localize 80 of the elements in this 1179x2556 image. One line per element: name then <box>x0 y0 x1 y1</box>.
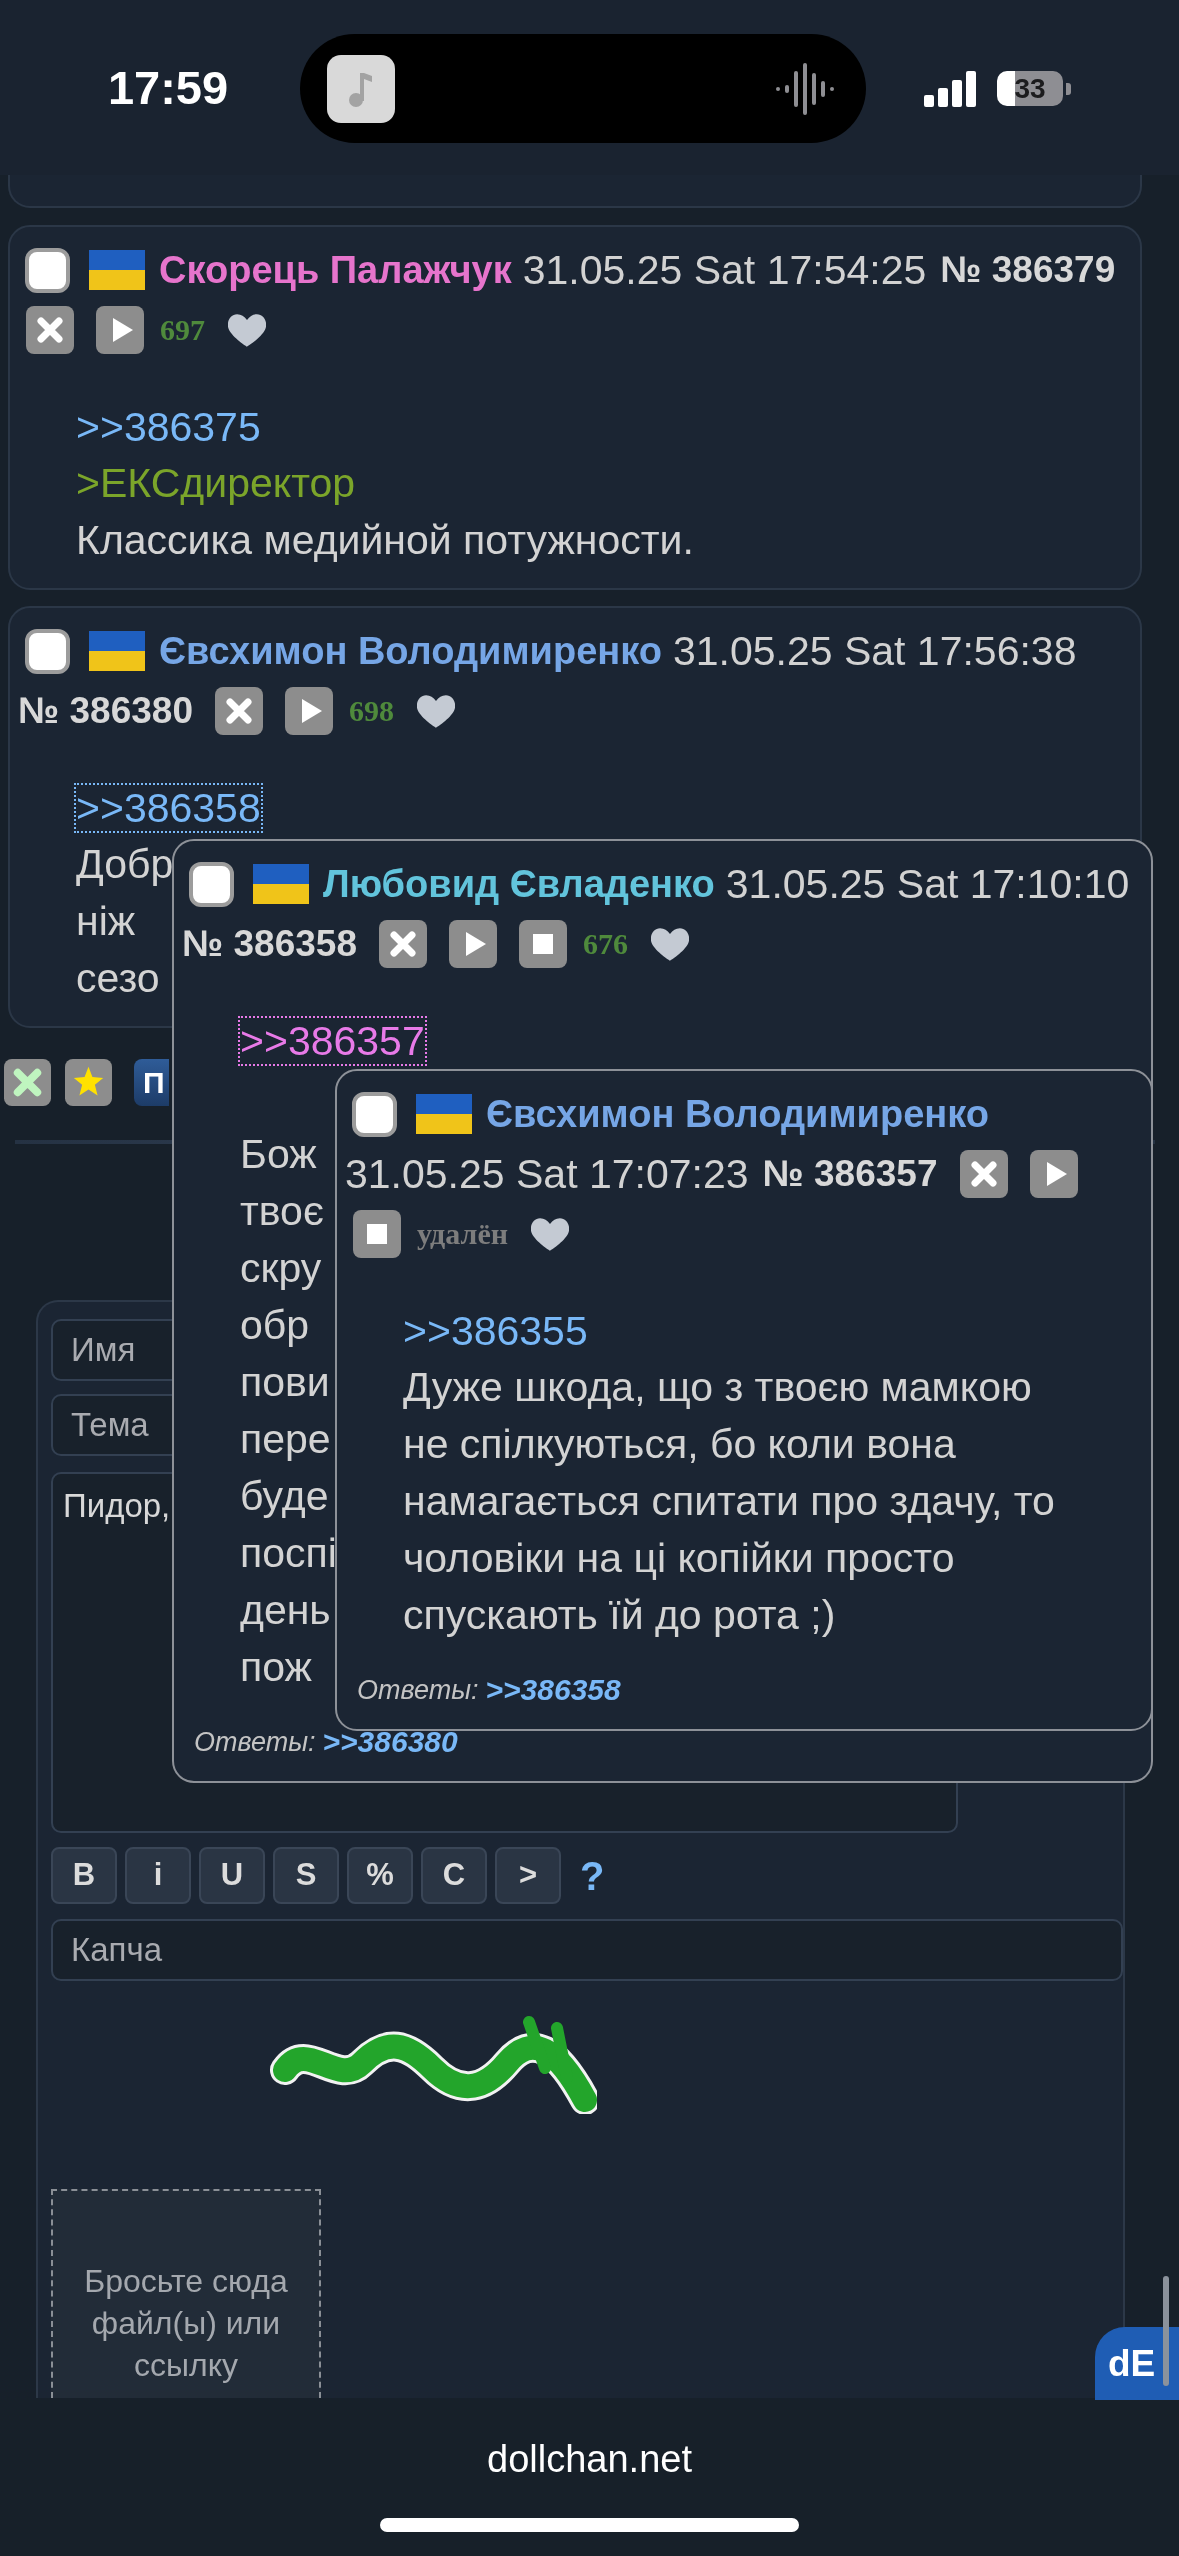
close-icon[interactable] <box>215 687 263 735</box>
play-icon[interactable] <box>449 920 497 968</box>
play-icon[interactable] <box>1029 1150 1078 1198</box>
reply-link[interactable]: >>386358 <box>485 1670 621 1710</box>
post-text: скру <box>240 1244 322 1293</box>
post-checkbox[interactable] <box>189 861 234 907</box>
close-icon[interactable] <box>959 1150 1008 1198</box>
flag-icon <box>89 631 145 671</box>
stop-icon[interactable] <box>353 1210 401 1258</box>
logo-badge[interactable]: dE <box>1095 2327 1179 2400</box>
close-icon[interactable] <box>26 306 74 354</box>
waveform-icon <box>775 60 835 117</box>
help-link[interactable]: ? <box>580 1855 605 1896</box>
post-date: 31.05.25 Sat 17:07:23 <box>345 1150 749 1198</box>
post-number-link[interactable]: № 386357 <box>762 1150 938 1198</box>
flag-icon <box>89 250 145 290</box>
format-button[interactable]: U <box>199 1847 265 1904</box>
reply-link[interactable]: >>386357 <box>238 1015 427 1066</box>
address-bar-url[interactable]: dollchan.net <box>487 2437 692 2481</box>
post-index: 697 <box>160 312 205 348</box>
quote-text: >ЕКСдиректор <box>76 459 356 508</box>
heart-icon[interactable] <box>531 1217 569 1251</box>
action-button[interactable]: П <box>134 1059 169 1106</box>
flag-icon <box>416 1094 472 1134</box>
battery-indicator: 33 <box>997 71 1071 106</box>
post-number-link[interactable]: № 386379 <box>940 246 1116 294</box>
post-text: буде <box>240 1472 329 1521</box>
post-number-link[interactable]: № 386358 <box>182 920 357 968</box>
poster-name: Любовид Євладенко <box>323 862 715 907</box>
post-text: обр <box>240 1301 310 1350</box>
reply-link[interactable]: >>386375 <box>74 401 263 452</box>
close-icon[interactable] <box>379 920 427 968</box>
post-text: твоє <box>240 1187 324 1236</box>
play-icon[interactable] <box>96 306 144 354</box>
post-index: 698 <box>349 693 394 729</box>
post-date: 31.05.25 Sat 17:10:10 <box>725 860 1130 908</box>
format-button[interactable]: i <box>125 1847 191 1904</box>
post-text: пере <box>240 1415 331 1464</box>
post-text: ніж <box>76 897 136 946</box>
post-checkbox[interactable] <box>352 1091 397 1137</box>
post-checkbox[interactable] <box>25 247 70 293</box>
post-number-link[interactable]: № 386380 <box>18 687 193 735</box>
post-date: 31.05.25 Sat 17:54:25 <box>522 246 927 294</box>
post-text: Добр <box>76 840 174 889</box>
format-button[interactable]: > <box>495 1847 561 1904</box>
post-text: пож <box>240 1643 312 1692</box>
post-text: поспі <box>240 1529 337 1578</box>
heart-icon[interactable] <box>651 927 689 961</box>
heart-icon[interactable] <box>228 313 266 347</box>
poster-name: Євсхимон Володимиренко <box>159 629 662 674</box>
captcha-field[interactable]: Капча <box>51 1919 1123 1981</box>
poster-name: Скорець Палажчук <box>159 248 512 293</box>
replies-label: Ответы: <box>357 1674 479 1707</box>
format-button[interactable]: % <box>347 1847 413 1904</box>
flag-icon <box>253 864 309 904</box>
reply-link[interactable]: >>386358 <box>74 782 263 833</box>
post-checkbox[interactable] <box>25 628 70 674</box>
format-button[interactable]: S <box>273 1847 339 1904</box>
signal-icon <box>924 70 978 107</box>
clock-time: 17:59 <box>107 60 229 117</box>
play-icon[interactable] <box>285 687 333 735</box>
format-button[interactable]: C <box>421 1847 487 1904</box>
replies-label: Ответы: <box>194 1726 316 1759</box>
post-text: Бож <box>240 1130 317 1179</box>
post-index: 676 <box>583 926 628 962</box>
stop-icon[interactable] <box>519 920 567 968</box>
format-button[interactable]: B <box>51 1847 117 1904</box>
heart-icon[interactable] <box>417 694 455 728</box>
post-date: 31.05.25 Sat 17:56:38 <box>672 627 1077 675</box>
post-text: Классика медийной потужности. <box>76 516 694 565</box>
close-icon[interactable] <box>4 1059 51 1106</box>
poster-name: Євсхимон Володимиренко <box>486 1092 989 1137</box>
post-text: день <box>240 1586 331 1635</box>
post-text: сезо <box>76 954 160 1003</box>
reply-link[interactable]: >>386355 <box>401 1305 590 1356</box>
post-text: пови <box>240 1358 330 1407</box>
deleted-label: удалён <box>417 1216 508 1252</box>
post-text: Дуже шкода, що з твоєю мамкою не спілкуються, бо коли вона намагається спитати про здачу, то чоловіки на ці копійки просто спускають їй до рота ;) <box>403 1363 1056 1640</box>
file-drop-zone[interactable]: Бросьте сюда файл(ы) или ссылку <box>51 2189 321 2398</box>
music-note-icon[interactable] <box>327 54 395 123</box>
